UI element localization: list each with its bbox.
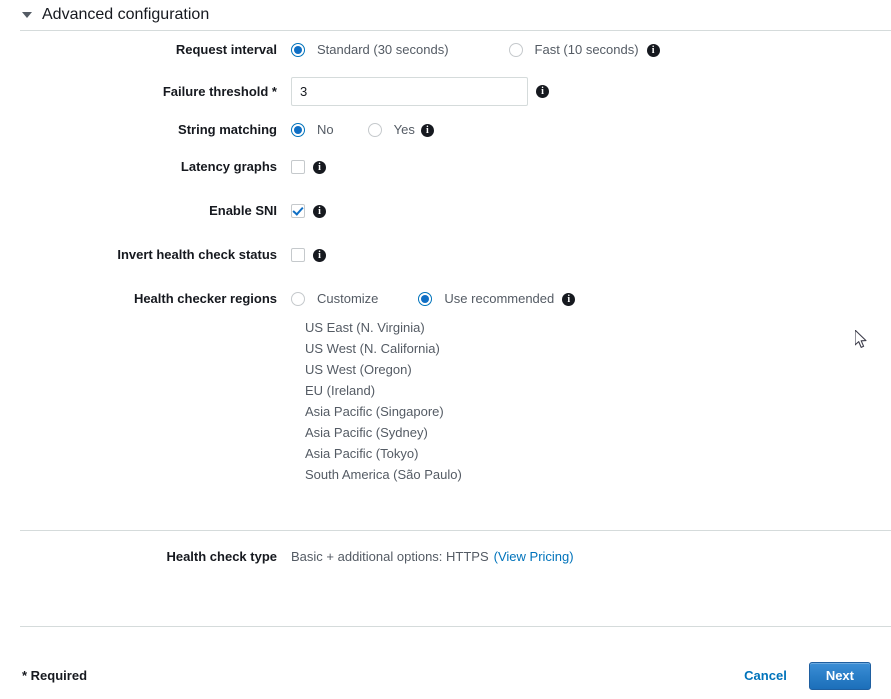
radio-string-matching-yes[interactable] <box>367 123 382 137</box>
info-icon-string-matching[interactable]: i <box>420 123 434 137</box>
list-item: Asia Pacific (Sydney) <box>305 425 428 440</box>
row-string-matching: String matching No Yes i <box>0 120 891 142</box>
row-failure-threshold: Failure threshold * i <box>0 77 891 106</box>
radio-label-string-matching-no: No <box>317 122 334 137</box>
list-item: Asia Pacific (Singapore) <box>305 404 444 419</box>
list-item: US West (Oregon) <box>305 362 412 377</box>
label-latency-graphs: Latency graphs <box>180 159 277 174</box>
chevron-down-icon[interactable] <box>22 12 32 18</box>
radio-label-health-checker-regions-customize: Customize <box>317 291 379 306</box>
list-item: Asia Pacific (Tokyo) <box>305 446 419 461</box>
label-failure-threshold: Failure threshold * <box>162 84 277 99</box>
form-footer: * Required Cancel Next <box>0 652 891 699</box>
radio-request-interval-standard[interactable] <box>291 43 305 57</box>
list-item: South America (São Paulo) <box>305 467 462 482</box>
next-button[interactable]: Next <box>808 661 871 690</box>
list-item: EU (Ireland) <box>305 383 376 398</box>
advanced-configuration-header[interactable]: Advanced configuration <box>0 0 891 30</box>
row-latency-graphs: Latency graphs i <box>0 157 891 179</box>
label-request-interval: Request interval <box>175 42 277 57</box>
radio-request-interval-fast[interactable] <box>508 43 523 57</box>
list-item: US East (N. Virginia) <box>305 320 425 335</box>
info-icon-invert-health-check-status[interactable]: i <box>313 248 326 262</box>
row-health-checker-regions: Health checker regions Customize Use rec… <box>0 289 891 311</box>
list-item: US West (N. California) <box>305 341 440 356</box>
checkbox-invert-health-check-status[interactable] <box>291 248 305 262</box>
required-note: * Required <box>22 668 88 683</box>
failure-threshold-input[interactable] <box>291 77 528 106</box>
radio-health-checker-regions-recommended[interactable] <box>418 292 433 306</box>
health-check-type-value: Basic + additional options: HTTPS <box>291 549 489 564</box>
label-invert-health-check-status: Invert health check status <box>117 247 277 262</box>
info-icon-failure-threshold[interactable]: i <box>536 85 549 98</box>
section-divider-top <box>20 530 891 531</box>
row-request-interval: Request interval Standard (30 seconds) F… <box>0 40 891 62</box>
radio-label-request-interval-standard: Standard (30 seconds) <box>317 42 449 57</box>
row-health-check-type: Health check type Basic + additional opt… <box>0 547 891 569</box>
advanced-configuration-form: Request interval Standard (30 seconds) F… <box>0 31 891 485</box>
checkbox-latency-graphs[interactable] <box>291 160 305 174</box>
radio-string-matching-no[interactable] <box>291 123 305 137</box>
radio-label-string-matching-yes: Yes <box>393 122 415 137</box>
radio-health-checker-regions-customize[interactable] <box>291 292 305 306</box>
label-health-checker-regions: Health checker regions <box>133 291 277 306</box>
section-divider-bottom <box>20 626 891 627</box>
info-icon-health-checker-regions[interactable]: i <box>562 292 576 306</box>
row-enable-sni: Enable SNI i <box>0 201 891 223</box>
row-invert-health-check-status: Invert health check status i <box>0 245 891 267</box>
radio-label-health-checker-regions-recommended: Use recommended <box>444 291 555 306</box>
info-icon-request-interval[interactable]: i <box>646 43 660 57</box>
label-health-check-type: Health check type <box>166 549 277 564</box>
view-pricing-link[interactable]: (View Pricing) <box>494 547 574 567</box>
info-icon-enable-sni[interactable]: i <box>313 204 326 218</box>
checkbox-enable-sni[interactable] <box>291 204 305 218</box>
page-title: Advanced configuration <box>42 6 210 23</box>
info-icon-latency-graphs[interactable]: i <box>313 160 326 174</box>
health-checker-region-list: US East (N. Virginia) US West (N. Califo… <box>305 317 891 485</box>
label-enable-sni: Enable SNI <box>209 203 277 218</box>
radio-label-request-interval-fast: Fast (10 seconds) <box>534 42 639 57</box>
label-string-matching: String matching <box>178 122 277 137</box>
cancel-button[interactable]: Cancel <box>744 668 787 683</box>
